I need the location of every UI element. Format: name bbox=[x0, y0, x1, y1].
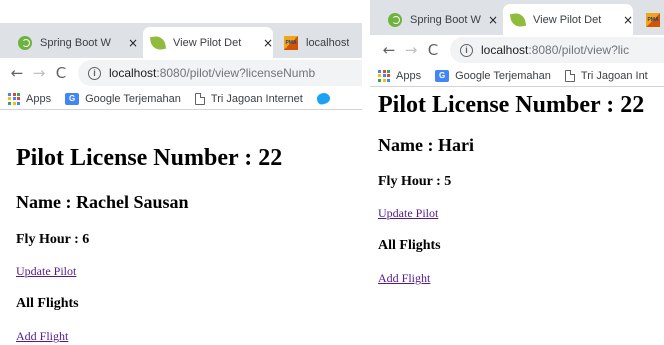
tab-localhost[interactable]: PMA bbox=[638, 4, 664, 35]
bookmark-google-terjemahan[interactable]: G Google Terjemahan bbox=[65, 92, 181, 105]
spring-icon bbox=[18, 35, 32, 50]
close-icon[interactable]: × bbox=[488, 13, 498, 27]
fly-hour-heading: Fly Hour : 6 bbox=[16, 232, 90, 247]
bookmark-tri-jagoan[interactable]: Tri Jagoan Int bbox=[564, 69, 648, 82]
page-content: Pilot License Number : 22 Name : Rachel … bbox=[0, 111, 362, 345]
tab-label: Spring Boot W bbox=[410, 13, 481, 26]
url-path: :8080/pilot/view?lic bbox=[528, 43, 630, 57]
bookmark-label: Apps bbox=[396, 69, 422, 82]
tab-localhost[interactable]: PMA localhost bbox=[276, 27, 362, 58]
bookmark-label: Tri Jagoan Int bbox=[580, 69, 648, 82]
url-host: localhost bbox=[109, 66, 157, 80]
browser-window-right: Spring Boot W × View Pilot Det × PMA ← →… bbox=[370, 0, 664, 345]
bookmark-google-terjemahan[interactable]: G Google Terjemahan bbox=[435, 69, 551, 82]
bookmark-twitter[interactable] bbox=[315, 91, 336, 106]
bookmark-apps[interactable]: Apps bbox=[378, 69, 422, 82]
back-icon[interactable]: ← bbox=[378, 41, 400, 59]
tab-strip: Spring Boot W × View Pilot Det × PMA loc… bbox=[0, 23, 362, 58]
tab-label: Spring Boot W bbox=[40, 36, 111, 49]
bookmark-label: Apps bbox=[26, 92, 52, 105]
close-icon[interactable]: × bbox=[623, 13, 633, 27]
bookmarks-bar: Apps G Google Terjemahan Tri Jagoan Int bbox=[370, 65, 664, 87]
tab-spring-boot[interactable]: Spring Boot W × bbox=[10, 27, 138, 58]
google-translate-icon: G bbox=[65, 92, 80, 105]
add-flight-link[interactable]: Add Flight bbox=[378, 271, 430, 286]
add-flight-link[interactable]: Add Flight bbox=[16, 329, 68, 344]
tab-label: View Pilot Det bbox=[173, 36, 242, 49]
name-heading: Name : Rachel Sausan bbox=[16, 192, 189, 212]
address-bar[interactable]: i localhost:8080/pilot/view?licenseNumb bbox=[78, 60, 362, 86]
apps-grid-icon bbox=[8, 92, 20, 105]
forward-icon[interactable]: → bbox=[400, 41, 422, 59]
update-pilot-link[interactable]: Update Pilot bbox=[16, 264, 76, 279]
url-host: localhost bbox=[481, 43, 529, 57]
bookmark-tri-jagoan[interactable]: Tri Jagoan Internet bbox=[194, 92, 303, 105]
browser-window-left: Spring Boot W × View Pilot Det × PMA loc… bbox=[0, 0, 362, 345]
update-pilot-link[interactable]: Update Pilot bbox=[378, 206, 438, 221]
forward-icon[interactable]: → bbox=[28, 64, 50, 82]
back-icon[interactable]: ← bbox=[6, 64, 28, 82]
browser-toolbar: ← → C i localhost:8080/pilot/view?lic bbox=[370, 35, 664, 65]
bookmark-label: Google Terjemahan bbox=[85, 92, 181, 105]
all-flights-heading: All Flights bbox=[378, 238, 441, 253]
spring-icon bbox=[388, 12, 402, 27]
apps-grid-icon bbox=[378, 69, 390, 82]
bookmark-apps[interactable]: Apps bbox=[8, 92, 52, 105]
close-icon[interactable]: × bbox=[128, 36, 138, 50]
leaf-icon bbox=[149, 34, 167, 51]
twitter-icon bbox=[315, 91, 332, 106]
license-heading: Pilot License Number : 22 bbox=[378, 92, 645, 118]
all-flights-heading: All Flights bbox=[16, 296, 79, 311]
fly-hour-heading: Fly Hour : 5 bbox=[378, 174, 452, 189]
info-icon[interactable]: i bbox=[460, 43, 473, 57]
tab-label: localhost bbox=[306, 36, 350, 49]
bookmark-label: Tri Jagoan Internet bbox=[210, 92, 303, 105]
page-content: Pilot License Number : 22 Name : Hari Fl… bbox=[370, 88, 664, 345]
name-heading: Name : Hari bbox=[378, 135, 474, 155]
pma-icon: PMA bbox=[646, 12, 660, 27]
google-translate-icon: G bbox=[435, 69, 450, 82]
tab-view-pilot[interactable]: View Pilot Det × bbox=[143, 27, 273, 58]
url-path: :8080/pilot/view?licenseNumb bbox=[156, 66, 316, 80]
leaf-icon bbox=[509, 11, 527, 28]
tab-spring-boot[interactable]: Spring Boot W × bbox=[380, 4, 498, 35]
bookmark-label: Google Terjemahan bbox=[455, 69, 551, 82]
close-icon[interactable]: × bbox=[263, 36, 273, 50]
page-icon bbox=[564, 69, 575, 82]
bookmarks-bar: Apps G Google Terjemahan Tri Jagoan Inte… bbox=[0, 88, 362, 110]
browser-toolbar: ← → C i localhost:8080/pilot/view?licens… bbox=[0, 58, 362, 88]
tab-strip: Spring Boot W × View Pilot Det × PMA bbox=[370, 0, 664, 35]
reload-icon[interactable]: C bbox=[50, 64, 72, 82]
info-icon[interactable]: i bbox=[88, 66, 101, 80]
pma-icon: PMA bbox=[284, 35, 298, 50]
address-bar[interactable]: i localhost:8080/pilot/view?lic bbox=[450, 37, 664, 63]
tab-view-pilot[interactable]: View Pilot Det × bbox=[503, 4, 633, 35]
reload-icon[interactable]: C bbox=[422, 41, 444, 59]
page-icon bbox=[194, 92, 205, 105]
license-heading: Pilot License Number : 22 bbox=[16, 145, 283, 171]
tab-label: View Pilot Det bbox=[533, 13, 602, 26]
